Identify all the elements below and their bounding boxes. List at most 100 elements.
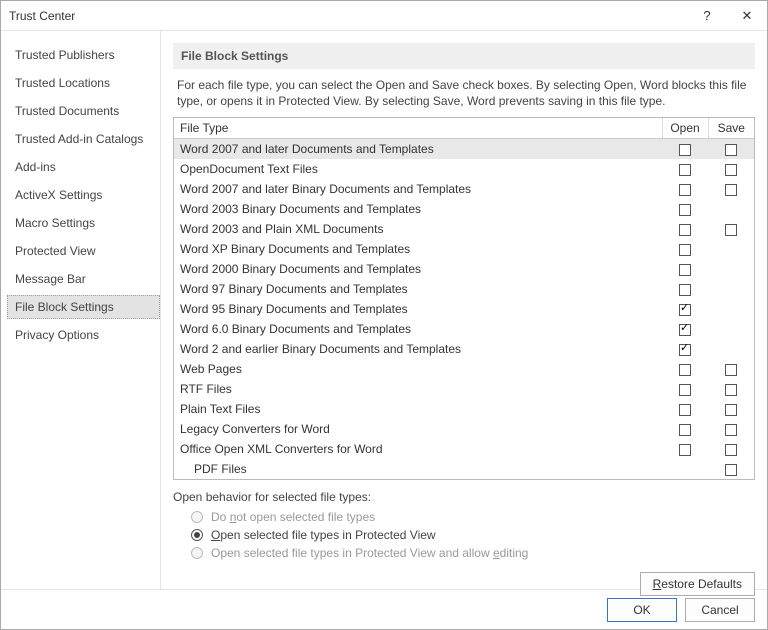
open-behavior-option[interactable]: Open selected file types in Protected Vi…: [173, 526, 755, 544]
col-header-save[interactable]: Save: [708, 118, 754, 139]
sidebar-item-trusted-locations[interactable]: Trusted Locations: [7, 71, 160, 95]
save-checkbox[interactable]: [725, 364, 737, 376]
radio-icon[interactable]: [191, 529, 203, 541]
table-row[interactable]: Word 95 Binary Documents and Templates: [174, 299, 754, 319]
open-cell: [662, 359, 708, 379]
save-cell: [708, 399, 754, 419]
table-row[interactable]: Word 2007 and later Binary Documents and…: [174, 179, 754, 199]
sidebar-item-file-block-settings[interactable]: File Block Settings: [7, 295, 160, 319]
open-cell: [662, 259, 708, 279]
table-row[interactable]: OpenDocument Text Files: [174, 159, 754, 179]
open-cell: [662, 159, 708, 179]
table-row[interactable]: Legacy Converters for Word: [174, 419, 754, 439]
sidebar-item-macro-settings[interactable]: Macro Settings: [7, 211, 160, 235]
filetype-label: Plain Text Files: [174, 399, 662, 419]
radio-label: Open selected file types in Protected Vi…: [211, 546, 528, 560]
sidebar-item-add-ins[interactable]: Add-ins: [7, 155, 160, 179]
table-row[interactable]: Word 2 and earlier Binary Documents and …: [174, 339, 754, 359]
table-row[interactable]: Word XP Binary Documents and Templates: [174, 239, 754, 259]
filetype-label: Word XP Binary Documents and Templates: [174, 239, 662, 259]
open-checkbox[interactable]: [679, 444, 691, 456]
table-row[interactable]: Word 97 Binary Documents and Templates: [174, 279, 754, 299]
open-checkbox[interactable]: [679, 204, 691, 216]
open-cell: [662, 179, 708, 199]
radio-label: Open selected file types in Protected Vi…: [211, 528, 436, 542]
open-cell: [662, 419, 708, 439]
open-checkbox[interactable]: [679, 304, 691, 316]
save-cell: [708, 339, 754, 359]
sidebar-item-trusted-publishers[interactable]: Trusted Publishers: [7, 43, 160, 67]
open-checkbox[interactable]: [679, 424, 691, 436]
save-checkbox[interactable]: [725, 464, 737, 476]
sidebar-item-trusted-documents[interactable]: Trusted Documents: [7, 99, 160, 123]
sidebar-item-privacy-options[interactable]: Privacy Options: [7, 323, 160, 347]
open-cell: [662, 459, 708, 479]
file-type-table: File Type Open Save Word 2007 and later …: [173, 117, 755, 480]
open-checkbox[interactable]: [679, 364, 691, 376]
open-cell: [662, 319, 708, 339]
sidebar-item-trusted-add-in-catalogs[interactable]: Trusted Add-in Catalogs: [7, 127, 160, 151]
help-button[interactable]: ?: [687, 1, 727, 31]
open-checkbox[interactable]: [679, 284, 691, 296]
save-cell: [708, 219, 754, 239]
sidebar-item-activex-settings[interactable]: ActiveX Settings: [7, 183, 160, 207]
open-behavior-option: Open selected file types in Protected Vi…: [173, 544, 755, 562]
sidebar-item-protected-view[interactable]: Protected View: [7, 239, 160, 263]
filetype-label: Word 2007 and later Documents and Templa…: [174, 139, 662, 160]
table-row[interactable]: Web Pages: [174, 359, 754, 379]
cancel-button[interactable]: Cancel: [685, 598, 755, 622]
open-cell: [662, 279, 708, 299]
radio-icon: [191, 547, 203, 559]
col-header-open[interactable]: Open: [662, 118, 708, 139]
ok-button[interactable]: OK: [607, 598, 677, 622]
open-behavior-group: Open behavior for selected file types: D…: [173, 490, 755, 562]
open-cell: [662, 439, 708, 459]
save-checkbox[interactable]: [725, 424, 737, 436]
filetype-label: Legacy Converters for Word: [174, 419, 662, 439]
save-checkbox[interactable]: [725, 164, 737, 176]
open-checkbox[interactable]: [679, 264, 691, 276]
filetype-label: RTF Files: [174, 379, 662, 399]
close-button[interactable]: ✕: [727, 1, 767, 31]
table-row[interactable]: RTF Files: [174, 379, 754, 399]
open-checkbox[interactable]: [679, 384, 691, 396]
save-checkbox[interactable]: [725, 224, 737, 236]
save-checkbox[interactable]: [725, 404, 737, 416]
save-checkbox[interactable]: [725, 144, 737, 156]
table-row[interactable]: Plain Text Files: [174, 399, 754, 419]
col-header-filetype[interactable]: File Type: [174, 118, 662, 139]
save-checkbox[interactable]: [725, 184, 737, 196]
filetype-label: Word 2003 Binary Documents and Templates: [174, 199, 662, 219]
filetype-label: Office Open XML Converters for Word: [174, 439, 662, 459]
open-checkbox[interactable]: [679, 324, 691, 336]
titlebar: Trust Center ? ✕: [1, 1, 767, 31]
open-checkbox[interactable]: [679, 144, 691, 156]
table-row[interactable]: Word 2003 and Plain XML Documents: [174, 219, 754, 239]
restore-defaults-button[interactable]: Restore Defaults: [640, 572, 755, 596]
table-row[interactable]: Word 2007 and later Documents and Templa…: [174, 139, 754, 160]
table-row[interactable]: Office Open XML Converters for Word: [174, 439, 754, 459]
save-checkbox[interactable]: [725, 384, 737, 396]
table-row[interactable]: Word 2000 Binary Documents and Templates: [174, 259, 754, 279]
filetype-label: Word 2007 and later Binary Documents and…: [174, 179, 662, 199]
open-checkbox[interactable]: [679, 184, 691, 196]
open-checkbox[interactable]: [679, 224, 691, 236]
open-checkbox[interactable]: [679, 344, 691, 356]
table-row[interactable]: Word 6.0 Binary Documents and Templates: [174, 319, 754, 339]
window-title: Trust Center: [9, 9, 687, 23]
table-row[interactable]: PDF Files: [174, 459, 754, 479]
save-cell: [708, 239, 754, 259]
open-cell: [662, 399, 708, 419]
radio-label: Do not open selected file types: [211, 510, 375, 524]
filetype-label: PDF Files: [174, 459, 662, 479]
sidebar-item-message-bar[interactable]: Message Bar: [7, 267, 160, 291]
table-row[interactable]: Word 2003 Binary Documents and Templates: [174, 199, 754, 219]
open-checkbox[interactable]: [679, 404, 691, 416]
radio-icon: [191, 511, 203, 523]
open-checkbox[interactable]: [679, 164, 691, 176]
save-checkbox[interactable]: [725, 444, 737, 456]
open-checkbox[interactable]: [679, 244, 691, 256]
save-cell: [708, 419, 754, 439]
open-behavior-label: Open behavior for selected file types:: [173, 490, 755, 504]
save-cell: [708, 279, 754, 299]
